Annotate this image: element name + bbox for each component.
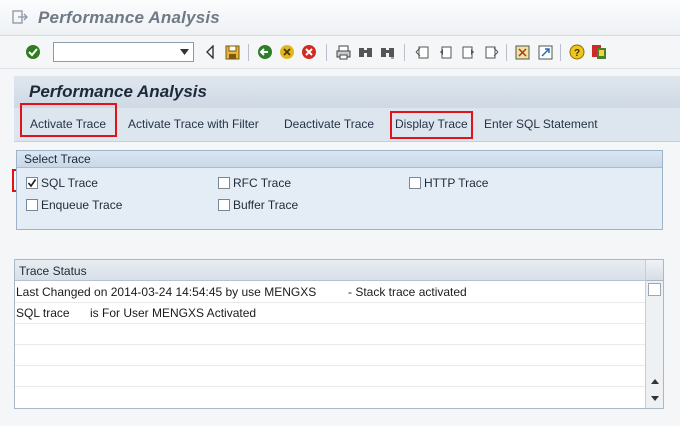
toolbar-separator xyxy=(560,44,561,61)
deactivate-trace-button[interactable]: Deactivate Trace xyxy=(284,117,374,131)
table-row[interactable]: SQL trace is For User MENGXS Activated xyxy=(15,303,645,324)
table-row xyxy=(15,324,645,345)
buffer-trace-checkbox[interactable]: Buffer Trace xyxy=(218,198,298,212)
status-detail: is For User MENGXS Activated xyxy=(90,306,257,320)
table-row xyxy=(15,345,645,366)
exit-yellow-icon[interactable] xyxy=(278,43,296,61)
print-icon[interactable] xyxy=(334,43,352,61)
toolbar-separator xyxy=(506,44,507,61)
group-title: Select Trace xyxy=(24,152,91,166)
rfc-trace-checkbox[interactable]: RFC Trace xyxy=(218,176,291,190)
checkbox-box[interactable] xyxy=(218,177,230,189)
scroll-up-icon[interactable] xyxy=(649,375,661,387)
checkbox-label: Enqueue Trace xyxy=(41,198,123,212)
shortcut-icon[interactable] xyxy=(536,43,554,61)
status-detail: - Stack trace activated xyxy=(348,285,467,299)
back-green-icon[interactable] xyxy=(256,43,274,61)
page-title: Performance Analysis xyxy=(29,82,207,101)
checkbox-box[interactable] xyxy=(409,177,421,189)
toolbar-separator xyxy=(248,44,249,61)
last-page-icon[interactable] xyxy=(482,43,500,61)
column-settings-button[interactable] xyxy=(646,260,663,281)
table-header: Trace Status xyxy=(15,260,645,281)
checkbox-box[interactable] xyxy=(218,199,230,211)
create-session-icon[interactable] xyxy=(513,43,531,61)
vertical-scrollbar[interactable] xyxy=(645,260,663,408)
cancel-red-icon[interactable] xyxy=(300,43,318,61)
enqueue-trace-checkbox[interactable]: Enqueue Trace xyxy=(26,198,122,212)
save-icon[interactable] xyxy=(223,43,241,61)
table-row[interactable]: Last Changed on 2014-03-24 14:54:45 by u… xyxy=(15,282,645,303)
sql-trace-checkbox[interactable]: SQL Trace xyxy=(26,176,98,190)
activate-trace-with-filter-button[interactable]: Activate Trace with Filter xyxy=(128,117,259,131)
toolbar-separator xyxy=(404,44,405,61)
scrollbar-thumb[interactable] xyxy=(648,283,661,296)
window-titlebar: Performance Analysis xyxy=(0,0,680,36)
checkbox-label: HTTP Trace xyxy=(424,176,489,190)
highlight-activate-trace xyxy=(20,103,117,137)
checkbox-label: SQL Trace xyxy=(41,176,98,190)
checkbox-label: RFC Trace xyxy=(233,176,292,190)
enter-checkmark-icon[interactable] xyxy=(24,43,42,61)
standard-toolbar: ? xyxy=(0,37,680,69)
first-page-icon[interactable] xyxy=(413,43,431,61)
table-title: Trace Status xyxy=(19,264,87,278)
command-input[interactable] xyxy=(56,44,174,60)
window-title: Performance Analysis xyxy=(38,8,220,27)
toolbar-separator xyxy=(326,44,327,61)
http-trace-checkbox[interactable]: HTTP Trace xyxy=(409,176,488,190)
scroll-down-icon[interactable] xyxy=(649,392,661,404)
find-icon[interactable] xyxy=(356,43,374,61)
command-field[interactable] xyxy=(53,42,194,62)
checkbox-box[interactable] xyxy=(26,177,38,189)
status-text: SQL trace xyxy=(16,306,70,320)
checkbox-label: Buffer Trace xyxy=(233,198,299,212)
checkbox-box[interactable] xyxy=(26,199,38,211)
back-triangle-icon[interactable] xyxy=(201,43,219,61)
command-dropdown-icon[interactable] xyxy=(177,45,191,59)
exit-menu-icon[interactable] xyxy=(12,10,28,27)
find-next-icon[interactable] xyxy=(378,43,396,61)
table-row xyxy=(15,366,645,387)
previous-page-icon[interactable] xyxy=(436,43,454,61)
select-trace-group: Select Trace SQL Trace RFC Trace HTTP Tr… xyxy=(16,150,663,230)
highlight-display-trace xyxy=(390,111,473,139)
svg-text:?: ? xyxy=(574,48,580,59)
trace-status-table: Trace Status Last Changed on 2014-03-24 … xyxy=(14,259,664,409)
group-header: Select Trace xyxy=(17,151,662,168)
help-icon[interactable]: ? xyxy=(568,43,586,61)
customize-layout-icon[interactable] xyxy=(590,43,608,61)
enter-sql-statement-button[interactable]: Enter SQL Statement xyxy=(484,117,598,131)
status-text: Last Changed on 2014-03-24 14:54:45 by u… xyxy=(16,285,317,299)
next-page-icon[interactable] xyxy=(459,43,477,61)
